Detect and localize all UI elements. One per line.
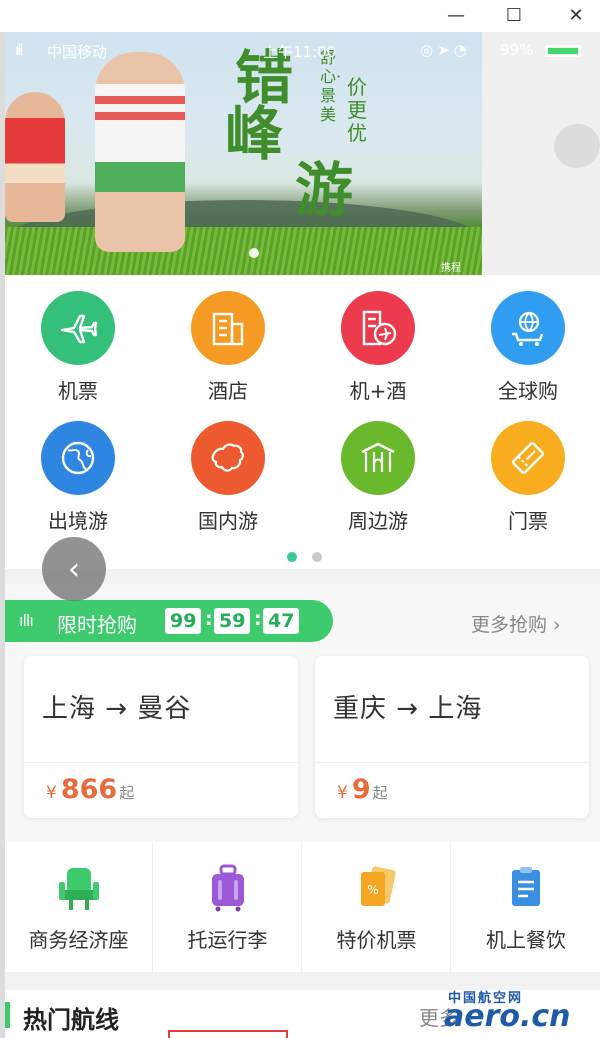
banner-title-char-3: 游 bbox=[295, 156, 354, 224]
flash-sale-icon: ıllı bbox=[19, 611, 34, 630]
status-icons: ◎➤◔ bbox=[420, 41, 471, 59]
deal-divider bbox=[315, 762, 589, 763]
cart-globe-icon bbox=[491, 291, 565, 365]
countdown-minutes: 59 bbox=[214, 608, 251, 634]
battery-percent: 99% bbox=[500, 41, 534, 59]
banner-grass bbox=[5, 227, 482, 275]
deal-route: 上海 → 曼谷 bbox=[42, 694, 192, 724]
price-value: 9 bbox=[351, 774, 371, 805]
price-value: 866 bbox=[60, 774, 118, 805]
price-currency: ¥ bbox=[46, 783, 57, 803]
close-button[interactable]: ✕ bbox=[556, 0, 596, 30]
banner-logo: 携程 bbox=[441, 263, 461, 274]
deal-card[interactable]: 重庆 → 上海 ¥9 起 bbox=[315, 656, 589, 818]
countdown-separator: : bbox=[205, 608, 213, 630]
flash-sale-section: ıllı 限时抢购 99 : 59 : 47 更多抢购 › 上海 → 曼谷 ¥8… bbox=[5, 584, 600, 842]
discount-ticket-icon: % bbox=[360, 866, 396, 906]
category-label: 酒店 bbox=[208, 379, 248, 403]
window-title-bar: — ☐ ✕ bbox=[0, 0, 600, 32]
category-domestic-travel[interactable]: 国内游 bbox=[168, 421, 288, 551]
service-label: 商务经济座 bbox=[28, 928, 129, 952]
next-banner-peek[interactable] bbox=[482, 32, 600, 275]
deal-price: ¥866 起 bbox=[46, 774, 134, 805]
plane-icon bbox=[41, 291, 115, 365]
countdown-hours: 99 bbox=[165, 608, 202, 634]
service-label: 特价机票 bbox=[336, 928, 417, 952]
svg-text:%: % bbox=[367, 883, 378, 897]
page-dot-active bbox=[287, 552, 297, 562]
category-label: 国内游 bbox=[198, 509, 258, 533]
service-label: 机上餐饮 bbox=[486, 928, 566, 952]
deal-price: ¥9 起 bbox=[337, 774, 388, 805]
status-time: 上午11:00 bbox=[263, 43, 337, 61]
gate-icon bbox=[341, 421, 415, 495]
category-label: 机票 bbox=[58, 379, 98, 403]
price-currency: ¥ bbox=[337, 783, 348, 803]
promo-banner[interactable]: 错 峰 游 舒心·景美 价更优 携程 bbox=[5, 32, 482, 275]
minimize-button[interactable]: — bbox=[436, 0, 476, 30]
ctrip-logo-icon bbox=[547, 117, 600, 175]
section-accent-bar bbox=[5, 1002, 10, 1028]
battery-icon bbox=[545, 45, 581, 57]
highlighted-tab-frame bbox=[168, 1030, 288, 1038]
category-global-shopping[interactable]: 全球购 bbox=[468, 291, 588, 421]
deal-route: 重庆 → 上海 bbox=[333, 694, 483, 724]
category-label: 全球购 bbox=[498, 379, 558, 403]
price-suffix: 起 bbox=[119, 784, 135, 802]
maximize-button[interactable]: ☐ bbox=[494, 0, 534, 30]
globe-icon bbox=[41, 421, 115, 495]
flash-sale-title: 限时抢购 bbox=[57, 613, 137, 637]
service-business-economy[interactable]: 商务经济座 bbox=[5, 842, 153, 972]
watermark-en: aero.cn bbox=[444, 999, 571, 1034]
page-dot bbox=[312, 552, 322, 562]
service-row: 商务经济座 托运行李 % 特价机票 机上餐饮 bbox=[5, 842, 600, 972]
price-suffix: 起 bbox=[372, 784, 388, 802]
banner-page-indicator bbox=[249, 248, 259, 258]
category-label: 周边游 bbox=[348, 509, 408, 533]
service-label: 托运行李 bbox=[187, 928, 268, 952]
category-tickets[interactable]: 门票 bbox=[468, 421, 588, 551]
countdown-separator: : bbox=[254, 608, 262, 630]
building-icon bbox=[191, 291, 265, 365]
banner-subtitle-2: 价更优 bbox=[347, 75, 367, 145]
signal-icon: ıll bbox=[15, 41, 23, 59]
category-label: 出境游 bbox=[48, 509, 108, 533]
app-screen: 错 峰 游 舒心·景美 价更优 携程 ıll 中国移动 上午11:00 ◎➤◔ … bbox=[0, 32, 600, 1038]
category-grid: 机票 酒店 机+酒 全球购 出境游 国内游 周边游 门票 bbox=[5, 275, 600, 569]
deal-divider bbox=[24, 762, 298, 763]
category-hotel[interactable]: 酒店 bbox=[168, 291, 288, 421]
deal-card[interactable]: 上海 → 曼谷 ¥866 起 bbox=[24, 656, 298, 818]
more-flash-sales-link[interactable]: 更多抢购 › bbox=[471, 610, 561, 637]
banner-person-left bbox=[5, 92, 65, 222]
category-flights[interactable]: 机票 bbox=[18, 291, 138, 421]
status-bar: ıll 中国移动 上午11:00 ◎➤◔ 99% bbox=[5, 38, 600, 62]
hot-routes-title: 热门航线 bbox=[23, 1006, 119, 1034]
service-special-fares[interactable]: % 特价机票 bbox=[303, 842, 451, 972]
china-map-icon bbox=[191, 421, 265, 495]
banner-person-right bbox=[95, 52, 185, 252]
countdown-seconds: 47 bbox=[263, 608, 300, 634]
ticket-icon bbox=[491, 421, 565, 495]
category-page-indicator bbox=[287, 547, 337, 566]
category-label: 门票 bbox=[508, 509, 548, 533]
carrier-label: 中国移动 bbox=[47, 43, 108, 61]
aero-watermark: 中国航空网 aero.cn bbox=[440, 987, 600, 1037]
luggage-icon bbox=[211, 864, 244, 912]
category-nearby-travel[interactable]: 周边游 bbox=[318, 421, 438, 551]
flash-sale-header: ıllı 限时抢购 99 : 59 : 47 bbox=[5, 600, 333, 642]
category-outbound-travel[interactable]: 出境游 bbox=[18, 421, 138, 551]
back-button[interactable]: ‹ bbox=[42, 537, 106, 601]
seat-icon bbox=[58, 868, 99, 910]
service-inflight-meals[interactable]: 机上餐饮 bbox=[452, 842, 600, 972]
service-checked-baggage[interactable]: 托运行李 bbox=[154, 842, 302, 972]
category-label: 机+酒 bbox=[349, 379, 407, 403]
menu-icon bbox=[512, 867, 540, 906]
category-flight-hotel[interactable]: 机+酒 bbox=[318, 291, 438, 421]
plane-hotel-icon bbox=[341, 291, 415, 365]
